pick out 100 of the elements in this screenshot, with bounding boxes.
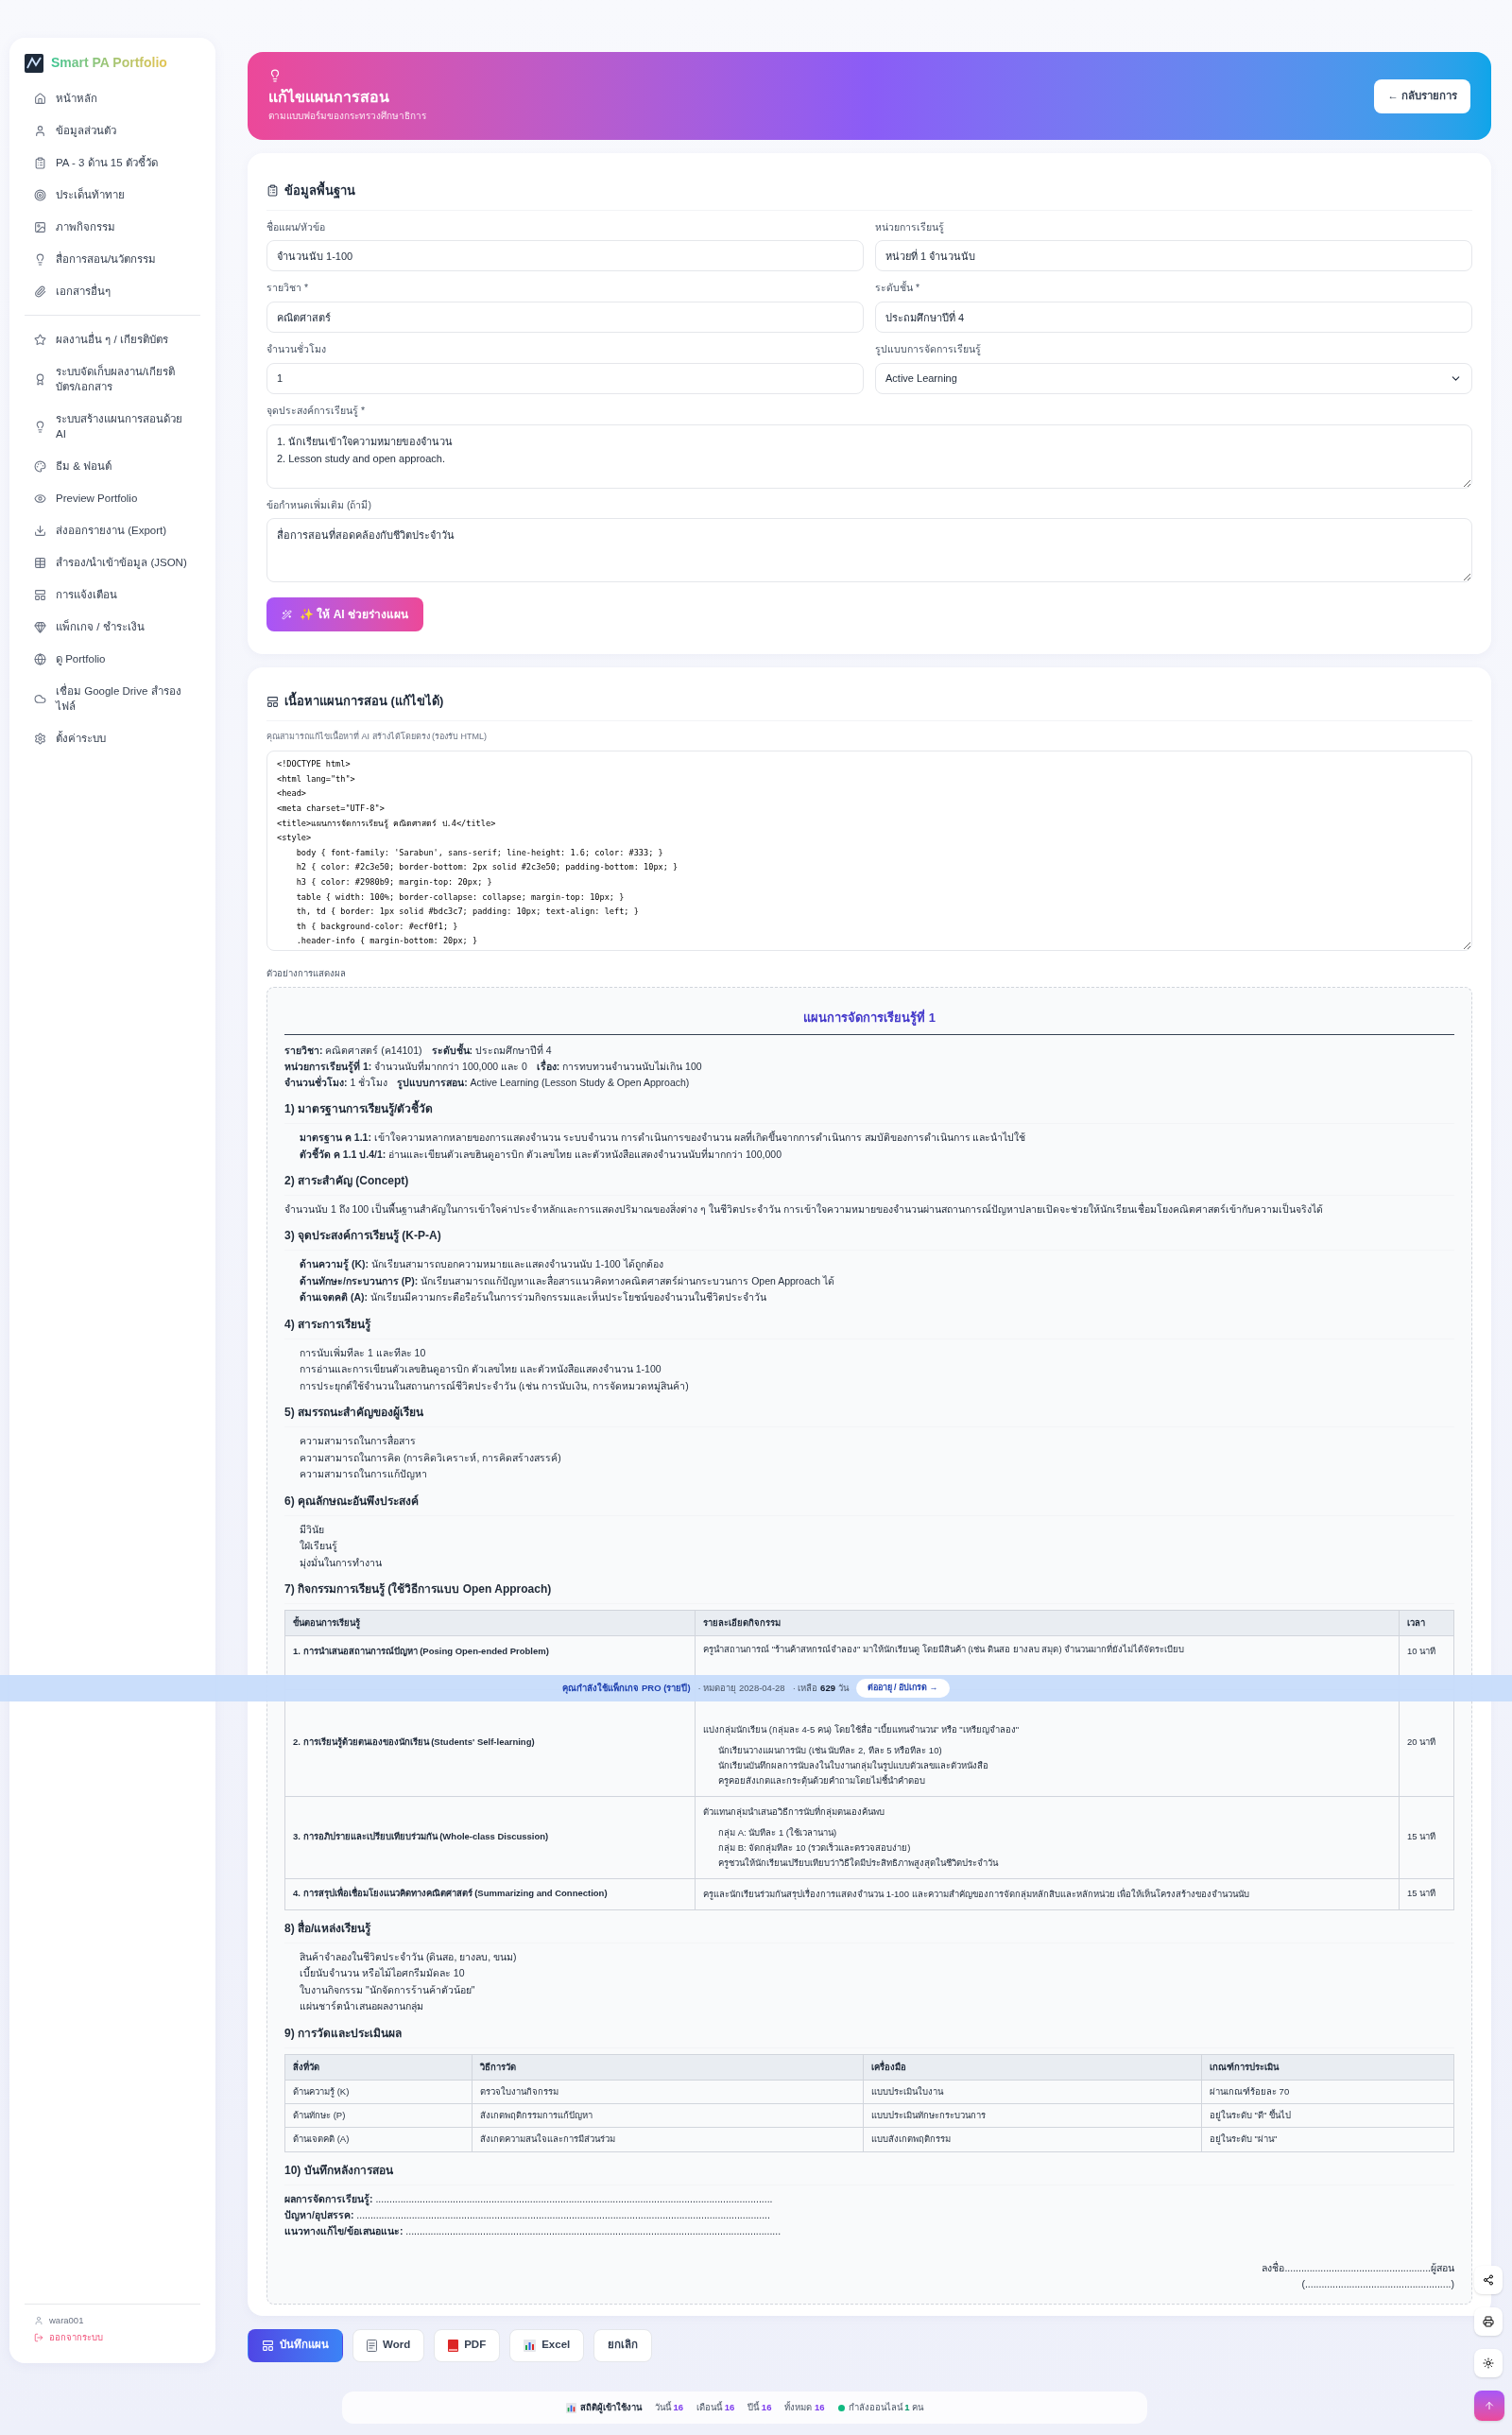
section-heading: 3) จุดประสงค์การเรียนรู้ (K-P-A) — [284, 1227, 1454, 1251]
gem-icon — [34, 620, 46, 633]
cloud-icon — [34, 692, 46, 705]
code-editor[interactable]: <!DOCTYPE html> <html lang="th"> <head> <meta charset="UTF-8"> <title>แผนการจัดการเรียนรู้ คณิตศาสตร์ ป.4</title> <style> body { font-family: 'Sarabun', sans-serif; line-height: 1.6; color: #333; } h2 { color: #2c3e50; border-bottom: 2px solid #2c3e50; padding-bottom: 10px; } h3 { color: #2980b9; margin-top: 20px; } table { width: 100%; border-collapse: collapse; margin-top: 10px; } th, td { border: 1px solid #bdc3c7; padding: 10px; text-align: left; } th { background-color: #ecf0f1; } .header-info { margin-bottom: 20px; } — [266, 751, 1472, 952]
column-header: วิธีการวัด — [472, 2054, 864, 2081]
sidebar-item[interactable]: ประเด็นท้าทาย — [25, 179, 200, 211]
info-item: รูปแบบการสอน: Active Learning (Lesson Study & Open Approach) — [397, 1076, 690, 1091]
sidebar-item[interactable]: ธีม & ฟอนต์ — [25, 450, 200, 482]
list-item: การนับเพิ่มทีละ 1 และทีละ 10 — [300, 1345, 427, 1360]
print-button[interactable] — [1474, 2307, 1503, 2336]
text-field[interactable]: 1 — [266, 362, 864, 394]
bar-chart-icon — [524, 2339, 537, 2352]
info-item: รายวิชา: คณิตศาสตร์ (ค14101) — [284, 1044, 422, 1058]
list-item: มาตรฐาน ค 1.1: เข้าใจความหลากหลายของการแสดงจำนวน ระบบจำนวน การดำเนินการของจำนวน ผลที่เกิดขึ้นจากการดำเนินการ สมบัติของการดำเนินการ และนำไปใช้ — [300, 1130, 1027, 1146]
table-cell: อยู่ในระดับ "ผ่าน" — [1201, 2127, 1454, 2151]
text-field[interactable]: หน่วยที่ 1 จำนวนนับ — [875, 240, 1472, 272]
list-item: ด้านทักษะ/กระบวนการ (P): นักเรียนสามารถแก้ปัญหาและสื่อสารแนวคิดทางคณิตศาสตร์ผ่านกระบวนการ Open Approach ได้ — [300, 1273, 836, 1289]
eye-icon — [34, 492, 46, 505]
note-line: แนวทางแก้ไข/ข้อเสนอแนะ: ........................................................................................................................................ — [284, 2223, 782, 2238]
table-cell: ครูและนักเรียนร่วมกันสรุปเรื่องการแสดงจำนวน 1-100 และความสำคัญของการจัดกลุ่มหลักสิบและหลักหน่วย เพื่อให้เห็นโครงสร้างของจำนวนนับ — [695, 1878, 1400, 1909]
sidebar-item[interactable]: ส่งออกรายงาน (Export) — [25, 514, 200, 546]
sidebar-item[interactable]: PA - 3 ด้าน 15 ตัวชี้วัด — [25, 147, 200, 179]
section-heading: 1) มาตรฐานการเรียนรู้/ตัวชี้วัด — [284, 1100, 1454, 1124]
field-label: ระดับชั้น * — [875, 281, 920, 296]
list-item: เบี้ยนับจำนวน หรือไม้ไอศกรีมมัดละ 10 — [300, 1965, 466, 1980]
section-heading: 10) บันทึกหลังการสอน — [284, 2161, 1454, 2185]
table-cell: ผ่านเกณฑ์ร้อยละ 70 — [1201, 2080, 1454, 2104]
page-subtitle: ตามแบบฟอร์มของกระทรวงศึกษาธิการ — [268, 110, 426, 123]
list-item: ใฝ่เรียนรู้ — [300, 1539, 338, 1554]
field-label: รูปแบบการจัดการเรียนรู้ — [875, 342, 982, 357]
sidebar-item[interactable]: หน้าหลัก — [25, 82, 200, 114]
settings-icon — [34, 732, 46, 745]
section-heading: 7) กิจกรรมการเรียนรู้ (ใช้วิธีการแบบ Open Approach) — [284, 1580, 1454, 1604]
clipboard-icon — [266, 184, 279, 198]
share-button[interactable] — [1474, 2266, 1503, 2294]
text-field[interactable]: ประถมศึกษาปีที่ 4 — [875, 302, 1472, 333]
sidebar-item[interactable]: เอกสารอื่นๆ — [25, 275, 200, 307]
scroll-top-button[interactable] — [1474, 2391, 1504, 2421]
sidebar-item[interactable]: สื่อการสอน/นวัตกรรม — [25, 243, 200, 275]
table-cell: สังเกตความสนใจและการมีส่วนร่วม — [472, 2127, 864, 2151]
section-title: ข้อมูลพื้นฐาน — [284, 181, 355, 200]
list-item: การประยุกต์ใช้จำนวนในสถานการณ์ชีวิตประจำวัน (เช่น การนับเงิน, การจัดหมวดหมู่สินค้า) — [300, 1378, 690, 1394]
palette-icon — [34, 459, 46, 473]
back-button[interactable]: ← กลับรายการ — [1374, 78, 1470, 113]
logout-link[interactable]: ออกจากระบบ — [34, 2330, 191, 2344]
sidebar-item[interactable]: ดู Portfolio — [25, 643, 200, 675]
renew-button[interactable]: ต่ออายุ / อัปเกรด → — [855, 1679, 950, 1698]
sidebar-item[interactable]: ภาพกิจกรรม — [25, 211, 200, 243]
sidebar-item[interactable]: Preview Portfolio — [25, 482, 200, 514]
globe-icon — [34, 652, 46, 665]
theme-toggle[interactable] — [1474, 2349, 1503, 2377]
section-heading: 2) สาระสำคัญ (Concept) — [284, 1172, 1454, 1196]
award-icon — [34, 372, 46, 386]
column-header: เครื่องมือ — [863, 2054, 1202, 2081]
table-cell: ด้านเจตคติ (A) — [284, 2127, 472, 2151]
paragraph: จำนวนนับ 1 ถึง 100 เป็นพื้นฐานสำคัญในการเข้าใจค่าประจำหลักและการแสดงปริมาณของสิ่งต่าง ๆ ในชีวิตประจำวัน การเข้าใจความหมายของจำนวนผ่านสถานการณ์ปัญหาปลายเปิดจะช่วยให้นักเรียนเชื่อมโยงคณิตศาสตร์เข้ากับความเป็นจริงได้ — [284, 1201, 1324, 1218]
sidebar-item[interactable]: ตั้งค่าระบบ — [25, 722, 200, 754]
field-label: ข้อกำหนดเพิ่มเติม (ถ้ามี) — [266, 497, 372, 512]
sidebar-item[interactable]: ระบบจัดเก็บผลงาน/เกียรติบัตร/เอกสาร — [25, 355, 200, 403]
layout-icon — [34, 588, 46, 601]
sidebar-item[interactable]: เชื่อม Google Drive สำรองไฟล์ — [25, 675, 200, 722]
text-field[interactable]: คณิตศาสตร์ — [266, 302, 864, 333]
export-button[interactable]: PDF — [434, 2328, 501, 2362]
download-icon — [34, 524, 46, 537]
export-button[interactable]: Excel — [509, 2328, 585, 2362]
sidebar-item[interactable]: ข้อมูลส่วนตัว — [25, 114, 200, 147]
table-cell: 15 นาที — [1399, 1796, 1454, 1878]
sidebar-item[interactable]: การแจ้งเตือน — [25, 579, 200, 611]
list-item: ความสามารถในการสื่อสาร — [300, 1433, 417, 1448]
export-button[interactable]: Word — [352, 2328, 425, 2362]
note-line: ปัญหา/อุปสรรค: ...................................................................................................................................................... — [284, 2207, 771, 2223]
online-count: กำลังออนไลน์ 1 คน — [848, 2400, 924, 2414]
info-item: เรื่อง: การทบทวนจำนวนนับไม่เกิน 100 — [536, 1059, 702, 1074]
table-cell: อยู่ในระดับ "ดี" ขึ้นไป — [1201, 2103, 1454, 2128]
sidebar-item[interactable]: แพ็กเกจ / ชำระเงิน — [25, 611, 200, 643]
save-button[interactable]: บันทึกแผน — [248, 2328, 343, 2362]
sidebar-item[interactable]: สำรอง/นำเข้าข้อมูล (JSON) — [25, 546, 200, 579]
text-area[interactable]: 1. นักเรียนเข้าใจความหมายของจำนวน 2. Lesson study and open approach. — [266, 423, 1472, 489]
cancel-button[interactable]: ยกเลิก — [593, 2328, 653, 2362]
printer-icon — [1483, 2316, 1494, 2327]
field-label: จำนวนชั่วโมง — [266, 342, 327, 356]
field-label: ชื่อแผน/หัวข้อ — [266, 219, 326, 234]
select-field[interactable]: Active Learning — [875, 362, 1472, 394]
arrow-up-icon — [1484, 2400, 1495, 2411]
layout-icon — [262, 2339, 274, 2352]
stats-title: สถิติผู้เข้าใช้งาน — [579, 2400, 642, 2415]
image-icon — [34, 220, 46, 233]
text-field[interactable]: จำนวนนับ 1-100 — [266, 240, 864, 272]
user-icon — [34, 124, 46, 137]
text-area[interactable]: สื่อการสอนที่สอดคล้องกับชีวิตประจำวัน — [266, 518, 1472, 583]
sidebar-item[interactable]: ระบบสร้างแผนการสอนด้วย AI — [25, 403, 200, 450]
sidebar-item[interactable]: ผลงานอื่น ๆ / เกียรติบัตร — [25, 323, 200, 355]
share-icon — [1483, 2274, 1494, 2286]
field-label: รายวิชา * — [266, 281, 309, 296]
ai-draft-button[interactable]: ✨ ให้ AI ช่วยร่างแผน — [266, 597, 423, 632]
list-item: ใบงานกิจกรรม "นักจัดการร้านค้าตัวน้อย" — [300, 1982, 476, 1997]
table-cell: 3. การอภิปรายและเปรียบเทียบร่วมกัน (Whole-class Discussion) — [284, 1796, 696, 1878]
list-item: มุ่งมั่นในการทำงาน — [300, 1555, 383, 1571]
section-title: เนื้อหาแผนการสอน (แก้ไขได้) — [284, 692, 444, 711]
paperclip-icon — [34, 285, 46, 298]
